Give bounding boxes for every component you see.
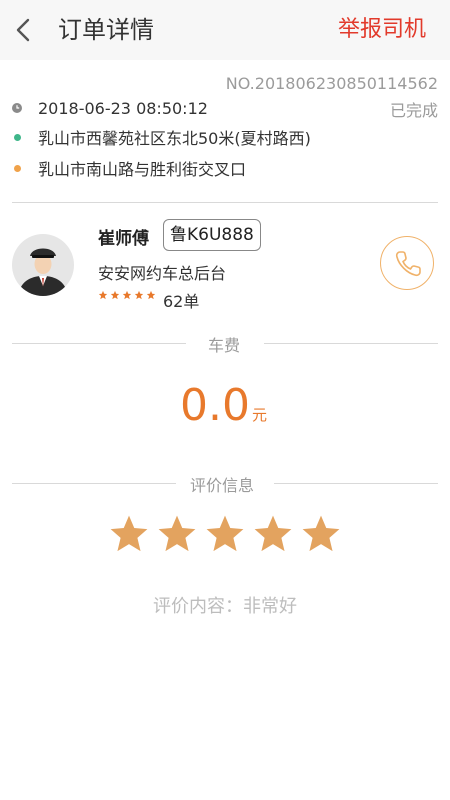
end-location: 乳山市南山路与胜利街交叉口 bbox=[38, 160, 247, 179]
star-icon bbox=[110, 515, 148, 552]
clock-icon bbox=[12, 103, 22, 113]
start-location: 乳山市西馨苑社区东北50米(夏村路西) bbox=[38, 129, 311, 148]
driver-order-count: 62单 bbox=[163, 292, 200, 311]
driver-name: 崔师傅 bbox=[98, 229, 149, 249]
star-icon bbox=[146, 290, 156, 300]
divider bbox=[274, 483, 438, 484]
star-icon bbox=[110, 290, 120, 300]
star-icon bbox=[98, 290, 108, 300]
divider bbox=[12, 202, 438, 203]
star-icon bbox=[254, 515, 292, 552]
star-icon bbox=[158, 515, 196, 552]
rating-stars bbox=[108, 513, 342, 555]
chevron-left-icon[interactable] bbox=[12, 14, 36, 46]
driver-avatar bbox=[12, 234, 74, 296]
divider bbox=[264, 343, 438, 344]
page-title: 订单详情 bbox=[58, 16, 154, 44]
license-plate: 鲁K6U888 bbox=[163, 219, 261, 251]
star-icon bbox=[122, 290, 132, 300]
rating-section-title: 评价信息 bbox=[190, 476, 255, 495]
order-status: 已完成 bbox=[389, 101, 438, 120]
divider bbox=[12, 343, 186, 344]
start-point-icon bbox=[14, 133, 21, 141]
fee-amount-block: 0.0 元 bbox=[180, 380, 267, 431]
fee-unit: 元 bbox=[251, 406, 267, 424]
order-time: 2018-06-23 08:50:12 bbox=[38, 98, 208, 118]
order-number: NO.20180623085011456​2 bbox=[225, 74, 438, 93]
driver-rating bbox=[98, 290, 156, 300]
order-time-row: 2018-06-23 08:50:12 bbox=[12, 96, 208, 120]
divider bbox=[12, 483, 176, 484]
fee-amount: 0.0 bbox=[180, 380, 250, 431]
end-point-icon bbox=[14, 164, 21, 172]
end-location-row: 乳山市南山路与胜利街交叉口 bbox=[12, 156, 246, 180]
top-bar: 订单详情 举报司机 bbox=[0, 0, 450, 60]
fee-section-title: 车费 bbox=[208, 336, 241, 355]
star-icon bbox=[134, 290, 144, 300]
driver-company: 安安网约车总后台 bbox=[98, 264, 227, 283]
report-driver-button[interactable]: 举报司机 bbox=[338, 12, 426, 48]
call-driver-button[interactable] bbox=[380, 236, 434, 290]
star-icon bbox=[302, 515, 340, 552]
rating-content: 评价内容：非常好 bbox=[153, 596, 297, 617]
start-location-row: 乳山市西馨苑社区东北50米(夏村路西) bbox=[12, 125, 311, 149]
star-icon bbox=[206, 515, 244, 552]
phone-icon bbox=[395, 251, 421, 277]
